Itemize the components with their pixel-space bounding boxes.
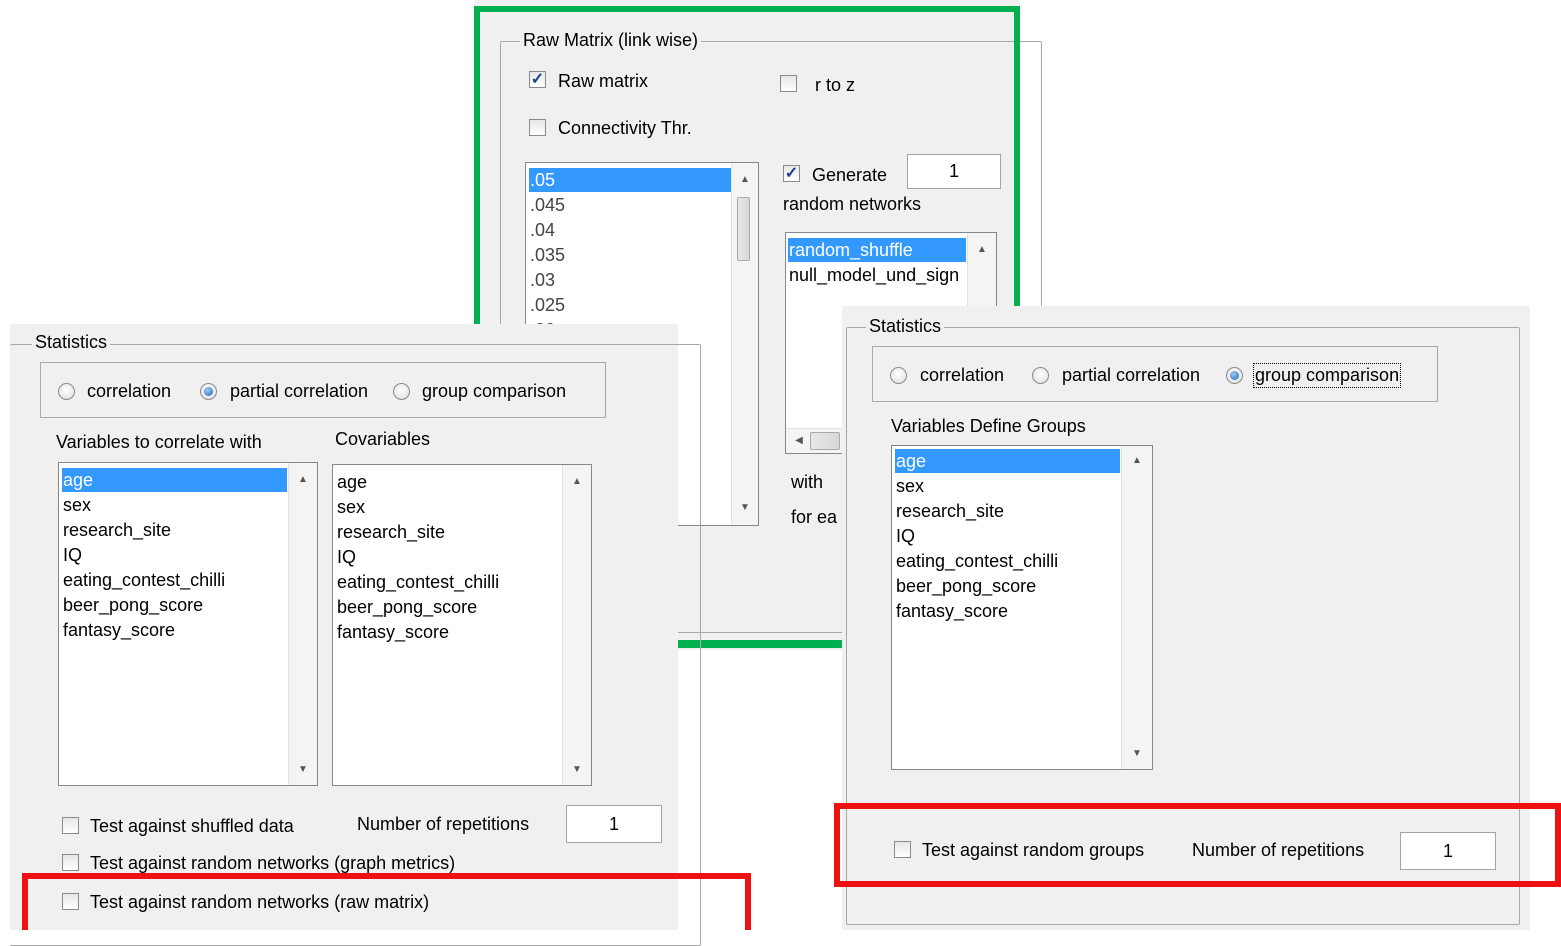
left-correlation-radio[interactable]: [58, 383, 75, 400]
left-correlation-label[interactable]: correlation: [87, 381, 171, 402]
left-partial-correlation-radio[interactable]: [200, 383, 217, 400]
right-statistics-title: Statistics: [866, 316, 945, 337]
covariables-label: Covariables: [335, 429, 431, 449]
shuffled-data-checkbox[interactable]: [62, 817, 79, 834]
graph-metrics-checkbox[interactable]: [62, 854, 79, 871]
list-item[interactable]: fantasy_score: [895, 599, 1132, 623]
list-item[interactable]: age: [62, 468, 287, 492]
left-statistics-title: Statistics: [32, 332, 111, 353]
list-item[interactable]: beer_pong_score: [336, 595, 571, 619]
shuffled-data-label: Test against shuffled data: [90, 816, 294, 836]
covariables-listbox[interactable]: age sex research_site IQ eating_contest_…: [332, 464, 592, 786]
scroll-down-icon[interactable]: ▼: [1122, 745, 1152, 763]
left-repetitions-input[interactable]: [566, 805, 662, 843]
groups-listbox[interactable]: age sex research_site IQ eating_contest_…: [891, 445, 1153, 770]
list-item[interactable]: sex: [62, 493, 297, 517]
right-group-comparison-label[interactable]: group comparison: [1252, 363, 1402, 388]
variables-define-groups-label: Variables Define Groups: [891, 416, 1086, 436]
scroll-down-icon[interactable]: ▼: [563, 761, 591, 779]
left-group-comparison-radio[interactable]: [393, 383, 410, 400]
list-item[interactable]: eating_contest_chilli: [895, 549, 1132, 573]
list-item[interactable]: IQ: [62, 543, 297, 567]
list-item[interactable]: eating_contest_chilli: [62, 568, 297, 592]
graph-metrics-label: Test against random networks (graph metr…: [90, 853, 456, 873]
variables-scrollbar[interactable]: ▲ ▼: [288, 463, 317, 785]
raw-matrix-test-highlight: [22, 873, 751, 930]
list-item[interactable]: IQ: [895, 524, 1132, 548]
scroll-down-icon[interactable]: ▼: [289, 761, 317, 779]
list-item[interactable]: beer_pong_score: [62, 593, 297, 617]
right-group-comparison-radio[interactable]: [1226, 367, 1243, 384]
list-item[interactable]: IQ: [336, 545, 571, 569]
covariables-scrollbar[interactable]: ▲ ▼: [562, 465, 591, 785]
list-item[interactable]: fantasy_score: [62, 618, 297, 642]
list-item[interactable]: eating_contest_chilli: [336, 570, 571, 594]
scroll-up-icon[interactable]: ▲: [289, 471, 317, 489]
list-item[interactable]: research_site: [895, 499, 1132, 523]
scroll-up-icon[interactable]: ▲: [563, 473, 591, 491]
left-group-comparison-label[interactable]: group comparison: [422, 381, 566, 402]
variables-to-correlate-label: Variables to correlate with: [56, 432, 262, 452]
list-item[interactable]: fantasy_score: [336, 620, 571, 644]
right-correlation-radio[interactable]: [890, 367, 907, 384]
list-item[interactable]: sex: [336, 495, 571, 519]
right-partial-correlation-label[interactable]: partial correlation: [1062, 365, 1200, 386]
groups-scrollbar[interactable]: ▲ ▼: [1121, 446, 1152, 769]
variables-listbox[interactable]: age sex research_site IQ eating_contest_…: [58, 462, 318, 786]
list-item[interactable]: research_site: [336, 520, 571, 544]
right-partial-correlation-radio[interactable]: [1032, 367, 1049, 384]
list-item[interactable]: sex: [895, 474, 1132, 498]
left-statistics-panel: Statistics correlation partial correlati…: [10, 324, 701, 946]
left-partial-correlation-label[interactable]: partial correlation: [230, 381, 368, 402]
list-item[interactable]: research_site: [62, 518, 297, 542]
list-item[interactable]: age: [336, 470, 571, 494]
list-item[interactable]: beer_pong_score: [895, 574, 1132, 598]
list-item[interactable]: age: [895, 449, 1120, 473]
right-correlation-label[interactable]: correlation: [920, 365, 1004, 386]
left-repetitions-label: Number of repetitions: [357, 814, 530, 834]
random-groups-highlight: [834, 803, 1561, 887]
scroll-up-icon[interactable]: ▲: [1122, 452, 1152, 470]
